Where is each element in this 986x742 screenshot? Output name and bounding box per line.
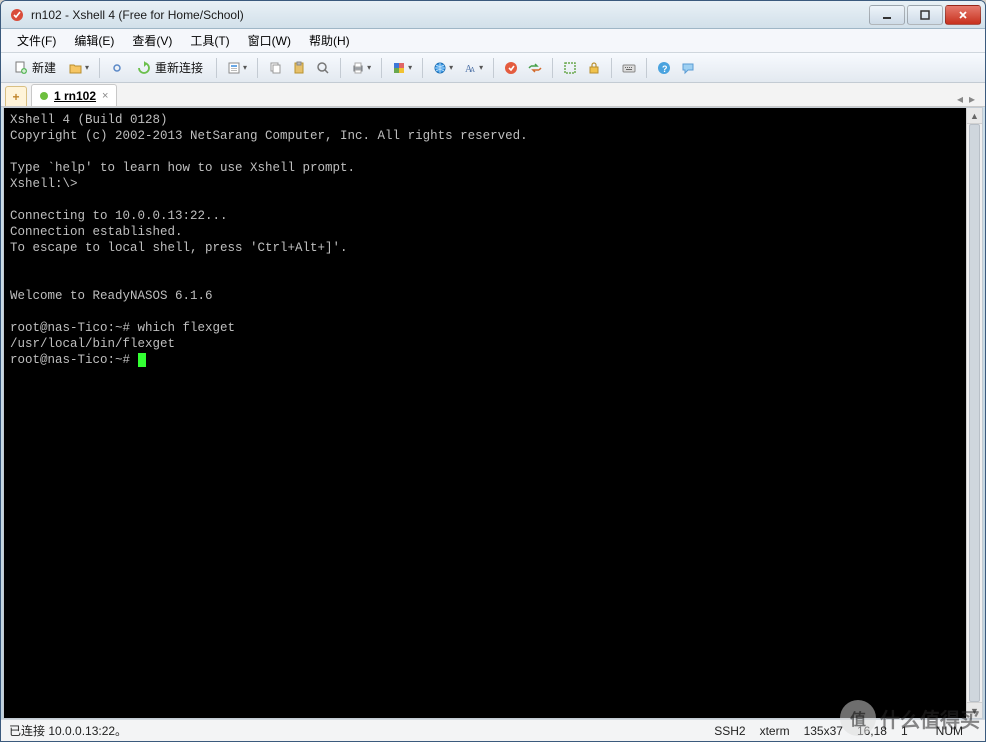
chevron-down-icon: ▾: [449, 63, 453, 72]
tab-scroll-right[interactable]: ▸: [969, 92, 975, 106]
toolbar: 新建 ▾ 重新连接 ▾ ▾: [1, 53, 985, 83]
paste-button[interactable]: [288, 57, 310, 79]
separator: [493, 58, 494, 78]
menu-file[interactable]: 文件(F): [9, 29, 64, 52]
fullscreen-button[interactable]: [559, 57, 581, 79]
status-connection: 已连接 10.0.0.13:22。: [9, 722, 127, 739]
close-tab-icon[interactable]: ×: [102, 90, 108, 102]
tab-rn102[interactable]: 1 rn102 ×: [31, 84, 117, 106]
window-title: rn102 - Xshell 4 (Free for Home/School): [31, 8, 867, 22]
terminal[interactable]: Xshell 4 (Build 0128) Copyright (c) 2002…: [4, 108, 966, 718]
chevron-down-icon: ▾: [243, 63, 247, 72]
menu-edit[interactable]: 编辑(E): [66, 29, 122, 52]
separator: [611, 58, 612, 78]
terminal-pane: Xshell 4 (Build 0128) Copyright (c) 2002…: [3, 107, 983, 719]
svg-text:?: ?: [662, 64, 668, 74]
find-button[interactable]: [312, 57, 334, 79]
copy-button[interactable]: [264, 57, 286, 79]
help-button[interactable]: ?: [653, 57, 675, 79]
separator: [216, 58, 217, 78]
chevron-down-icon: ▾: [85, 63, 89, 72]
chevron-down-icon: ▾: [479, 63, 483, 72]
statusbar: 已连接 10.0.0.13:22。 SSH2 xterm 135x37 16,1…: [1, 719, 985, 741]
minimize-button[interactable]: [869, 5, 905, 25]
status-protocol: SSH2: [714, 724, 745, 738]
scroll-thumb[interactable]: [969, 124, 980, 702]
globe-button[interactable]: ▾: [429, 57, 457, 79]
chat-button[interactable]: [677, 57, 699, 79]
svg-text:A: A: [470, 66, 475, 74]
link-button[interactable]: [106, 57, 128, 79]
separator: [381, 58, 382, 78]
color-scheme-button[interactable]: ▾: [388, 57, 416, 79]
titlebar[interactable]: rn102 - Xshell 4 (Free for Home/School): [1, 1, 985, 29]
scroll-track[interactable]: [967, 124, 982, 702]
menu-view[interactable]: 查看(V): [124, 29, 180, 52]
status-dimensions: 135x37: [804, 724, 843, 738]
reconnect-button[interactable]: 重新连接: [130, 57, 210, 79]
new-session-button[interactable]: 新建: [7, 57, 63, 79]
font-button[interactable]: AA ▾: [459, 57, 487, 79]
chevron-down-icon: ▾: [408, 63, 412, 72]
tab-scroll-left[interactable]: ◂: [957, 92, 963, 106]
tab-label: 1 rn102: [54, 89, 96, 103]
app-icon: [9, 7, 25, 23]
status-term-type: xterm: [760, 724, 790, 738]
separator: [99, 58, 100, 78]
reconnect-label: 重新连接: [155, 59, 203, 76]
menu-help[interactable]: 帮助(H): [301, 29, 358, 52]
window-controls: [867, 5, 981, 25]
status-num: NUM: [936, 724, 963, 738]
separator: [340, 58, 341, 78]
menubar: 文件(F) 编辑(E) 查看(V) 工具(T) 窗口(W) 帮助(H): [1, 29, 985, 53]
transfer-button[interactable]: [524, 57, 546, 79]
app-window: rn102 - Xshell 4 (Free for Home/School) …: [0, 0, 986, 742]
lock-button[interactable]: [583, 57, 605, 79]
xftp-button[interactable]: [500, 57, 522, 79]
separator: [552, 58, 553, 78]
tabbar: + 1 rn102 × ◂ ▸: [1, 83, 985, 107]
menu-tools[interactable]: 工具(T): [182, 29, 237, 52]
open-button[interactable]: ▾: [65, 57, 93, 79]
scrollbar[interactable]: ▲ ▼: [966, 108, 982, 718]
tab-scroll-arrows: ◂ ▸: [951, 92, 981, 106]
chevron-down-icon: ▾: [367, 63, 371, 72]
status-cursor: 16,18: [857, 724, 887, 738]
new-label: 新建: [32, 59, 56, 76]
separator: [646, 58, 647, 78]
scroll-down-icon[interactable]: ▼: [967, 702, 982, 718]
status-dot-icon: [40, 92, 48, 100]
properties-button[interactable]: ▾: [223, 57, 251, 79]
menu-window[interactable]: 窗口(W): [240, 29, 299, 52]
scroll-up-icon[interactable]: ▲: [967, 108, 982, 124]
status-sessions: 1: [901, 724, 908, 738]
close-button[interactable]: [945, 5, 981, 25]
maximize-button[interactable]: [907, 5, 943, 25]
add-tab-button[interactable]: +: [5, 86, 27, 106]
keyboard-button[interactable]: [618, 57, 640, 79]
print-button[interactable]: ▾: [347, 57, 375, 79]
separator: [422, 58, 423, 78]
separator: [257, 58, 258, 78]
